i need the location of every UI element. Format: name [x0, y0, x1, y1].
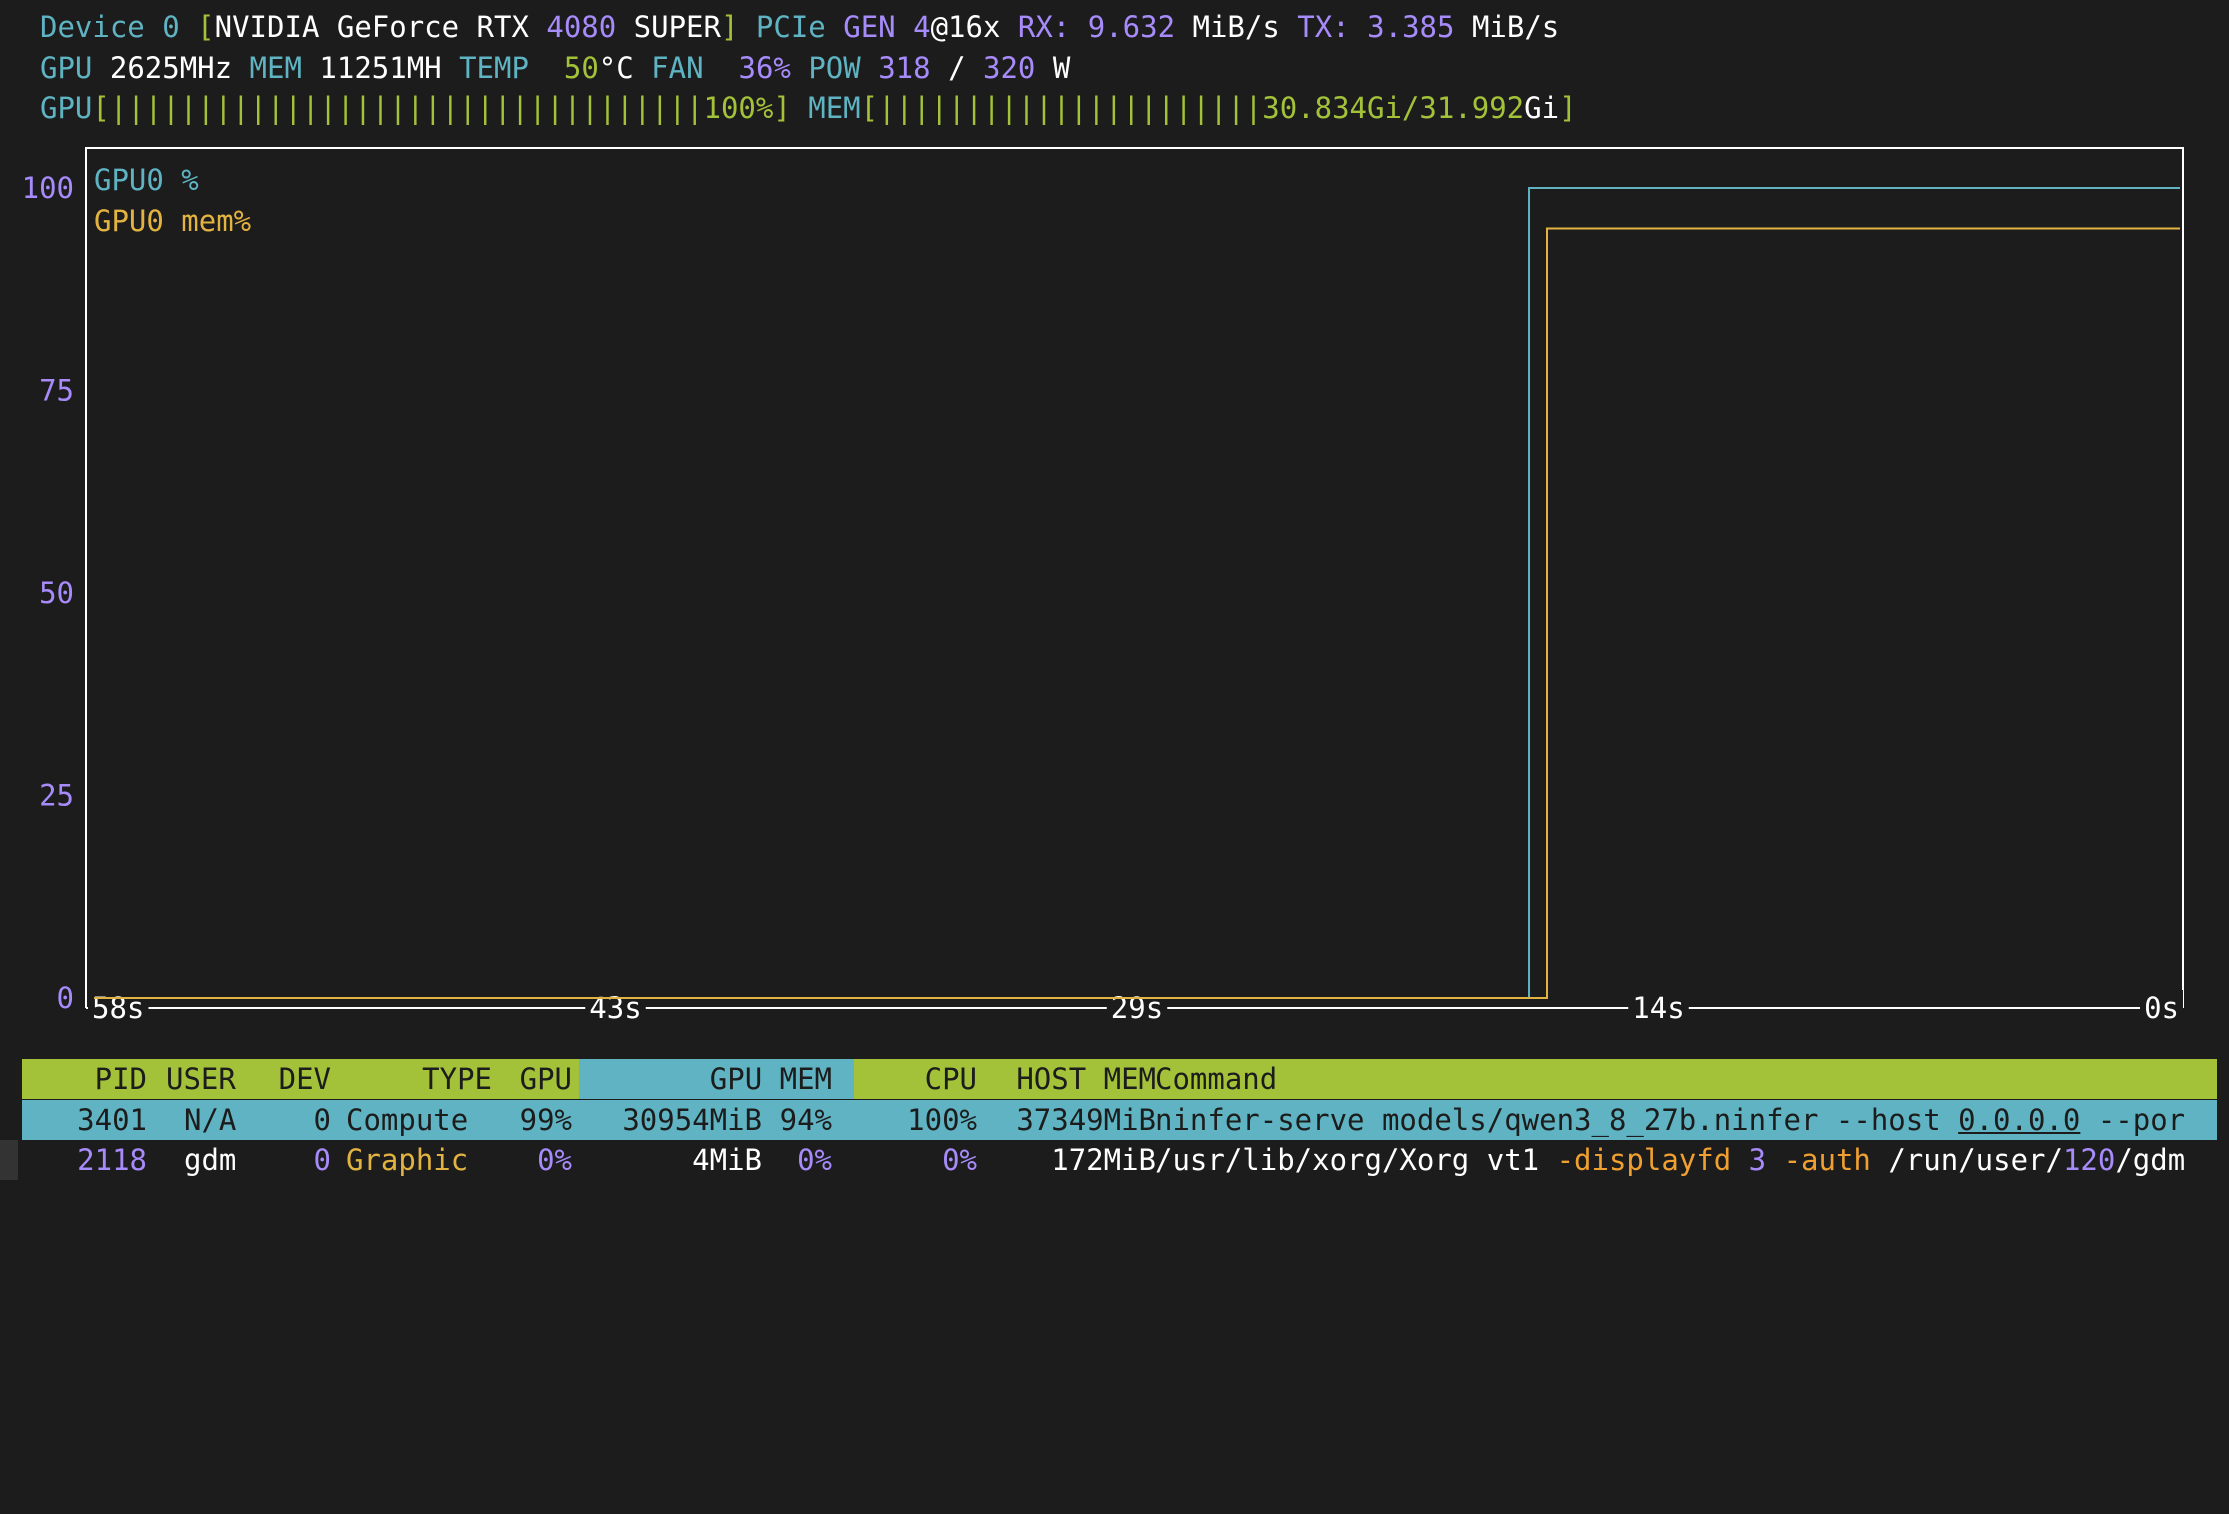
header-gpu[interactable]: GPU [492, 1059, 572, 1099]
cell-gpu-mem-pct: 94% [779, 1103, 832, 1137]
series-line-1 [94, 227, 2180, 999]
cell-dev: 0 [313, 1143, 331, 1177]
power-label: POW [808, 51, 861, 85]
x-tick-label: 29s [1111, 991, 1163, 1025]
cell-user: N/A [184, 1103, 237, 1137]
usage-bars: GPU[||||||||||||||||||||||||||||||||||10… [40, 91, 1577, 125]
cell-cpu: 100% [907, 1103, 977, 1137]
device-label: Device [40, 10, 145, 44]
gen-label: GEN [843, 10, 896, 44]
fan-value: 36% [738, 51, 791, 85]
mem-usage-text: 30.834Gi/31.992 [1262, 91, 1525, 125]
chart-frame [85, 147, 2184, 1008]
cell-gpu: 99% [519, 1103, 572, 1137]
header-type[interactable]: TYPE [332, 1059, 492, 1099]
rx-value: 9.632 [1087, 10, 1176, 44]
cell-user: gdm [184, 1143, 237, 1177]
cell-host-mem: 37349MiB [1016, 1103, 1156, 1137]
power-unit: W [1052, 51, 1071, 85]
usage-chart-svg: 100 75 50 25 0 58s 43s 29s 14s 0s GPU0 % GPU0 mem% [22, 147, 2184, 1026]
header-command[interactable]: Command [1155, 1059, 1277, 1099]
x-tick-label: 0s [2144, 991, 2179, 1025]
cell-gpu-mem: 30954MiB [622, 1103, 762, 1137]
stats-line: GPU 2625MHz MEM 11251MH TEMP 50°C FAN 36… [40, 48, 1070, 88]
cell-command: /usr/lib/xorg/Xorg vt1 -displayfd 3 -aut… [1155, 1143, 2186, 1177]
header-user[interactable]: USER [166, 1059, 236, 1099]
header-dev[interactable]: DEV [254, 1059, 331, 1099]
x-tick-label: 58s [92, 991, 144, 1025]
x-tick-label: 14s [1632, 991, 1684, 1025]
cell-host-mem: 172MiB [1051, 1143, 1156, 1177]
cell-pid: 3401 [77, 1103, 147, 1137]
cell-type: Graphic [346, 1143, 469, 1177]
x-tick-label: 43s [589, 991, 641, 1025]
cell-cpu: 0% [942, 1143, 977, 1177]
device-header: Device 0 [NVIDIA GeForce RTX 4080 SUPER]… [40, 10, 1560, 44]
cell-pid: 2118 [77, 1143, 147, 1177]
gpu-usage-text: 100% [703, 91, 774, 125]
power-max: 320 [983, 51, 1036, 85]
header-cpu[interactable]: CPU [842, 1059, 977, 1099]
temp-unit: °C [598, 51, 634, 85]
header-gpu-mem[interactable]: GPU MEM [592, 1059, 832, 1099]
y-tick-label: 100 [22, 171, 74, 205]
power-separator: / [948, 51, 966, 85]
temp-label: TEMP [459, 51, 529, 85]
gpu-name: NVIDIA GeForce RTX [214, 10, 547, 44]
header-pid[interactable]: PID [22, 1059, 147, 1099]
y-tick-label: 25 [39, 779, 74, 813]
mem-usage-unit: Gi [1524, 91, 1560, 125]
y-tick-label: 0 [57, 981, 74, 1015]
fan-label: FAN [651, 51, 704, 85]
header-host-mem[interactable]: HOST MEM [982, 1059, 1156, 1099]
y-tick-label: 50 [39, 576, 74, 610]
legend-entry: GPU0 mem% [94, 204, 251, 238]
pcie-lanes: @16x [930, 10, 1001, 44]
table-row[interactable]: 3401 N/A 0 Compute 99% 30954MiB 94% 100%… [22, 1100, 2217, 1140]
command-host-address: 0.0.0.0 [1958, 1103, 2081, 1137]
usage-chart: 100 75 50 25 0 58s 43s 29s 14s 0s GPU0 % GPU0 mem% [0, 140, 2229, 1060]
process-table-header: PID USER DEV TYPE GPU GPU MEM CPU HOST M… [22, 1059, 2217, 1099]
mem-clock-value: 11251MH [319, 51, 442, 85]
tx-label: TX: [1297, 10, 1350, 44]
tx-value: 3.385 [1367, 10, 1455, 44]
gpu-usage-bar: |||||||||||||||||||||||||||||||||| [109, 91, 704, 125]
device-index: 0 [162, 10, 180, 44]
gpu-clock-value: 2625MHz [109, 51, 233, 85]
temp-value: 50 [563, 51, 599, 85]
series-line-0 [94, 187, 2180, 999]
pcie-label: PCIe [755, 10, 826, 44]
power-value: 318 [878, 51, 931, 85]
cell-dev: 0 [313, 1103, 331, 1137]
gpu-bar-label: GPU [40, 91, 93, 125]
tx-unit: MiB/s [1471, 10, 1560, 44]
cell-gpu-mem: 4MiB [692, 1143, 762, 1177]
mem-clock-label: MEM [249, 51, 302, 85]
y-tick-label: 75 [39, 374, 74, 408]
cell-gpu: 0% [537, 1143, 572, 1177]
cell-command: ninfer-serve models/qwen3_8_27b.ninfer -… [1155, 1103, 2186, 1137]
rx-unit: MiB/s [1192, 10, 1280, 44]
legend-entry: GPU0 % [94, 163, 199, 197]
gpu-clock-label: GPU [40, 51, 93, 85]
mem-usage-bar: |||||||||||||||||||||| [878, 91, 1263, 125]
gpu-model-number: 4080 [546, 10, 617, 44]
cell-gpu-mem-pct: 0% [797, 1143, 832, 1177]
rx-label: RX: [1017, 10, 1071, 44]
gen-value: 4 [913, 10, 931, 44]
mem-bar-label: MEM [808, 91, 861, 125]
terminal-cursor [0, 1140, 18, 1180]
cell-type: Compute [346, 1103, 469, 1137]
gpu-name-suffix: SUPER [616, 10, 721, 44]
table-row[interactable]: 2118 gdm 0 Graphic 0% 4MiB 0% 0% 172MiB … [22, 1140, 2217, 1180]
